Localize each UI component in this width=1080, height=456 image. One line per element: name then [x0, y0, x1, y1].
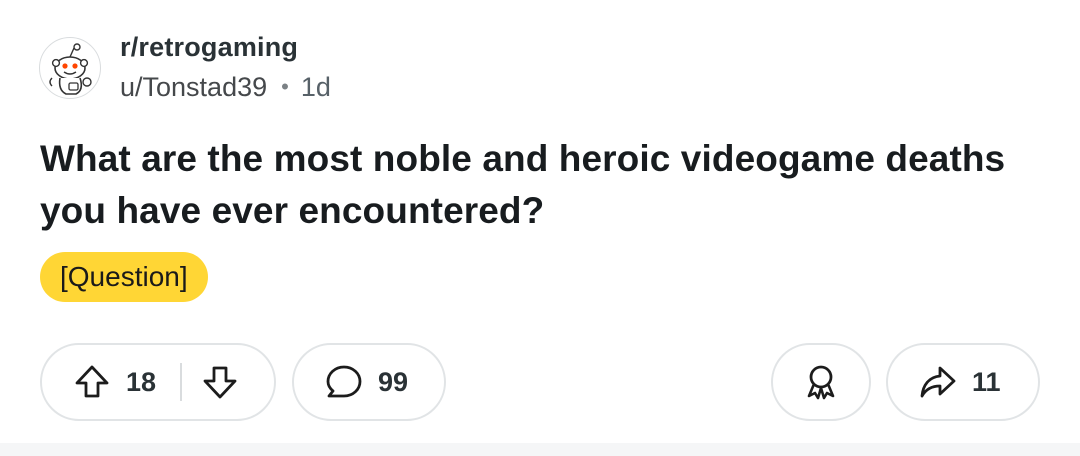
comment-count: 99 [378, 366, 409, 397]
share-button[interactable]: 11 [886, 343, 1040, 421]
comment-icon [324, 362, 364, 402]
vote-count: 18 [126, 366, 157, 397]
feed-separator [0, 443, 1080, 456]
snoo-avatar-icon [49, 43, 92, 95]
vote-divider [180, 363, 183, 401]
vote-bar: 18 [40, 343, 276, 421]
post-flair[interactable]: [Question] [40, 252, 208, 302]
subreddit-avatar[interactable] [39, 37, 101, 99]
upvote-icon[interactable] [72, 362, 112, 402]
award-icon [801, 362, 841, 402]
comment-button[interactable]: 99 [292, 343, 446, 421]
award-button[interactable] [771, 343, 871, 421]
share-count: 11 [972, 366, 1001, 397]
post-title[interactable]: What are the most noble and heroic video… [40, 133, 1050, 237]
author-name[interactable]: u/Tonstad39 [120, 70, 267, 104]
share-icon [918, 362, 958, 402]
post-card[interactable]: r/retrogaming u/Tonstad39 • 1d What are … [0, 0, 1080, 443]
author-line: u/Tonstad39 • 1d [120, 70, 331, 104]
post-meta: r/retrogaming u/Tonstad39 • 1d [120, 30, 331, 104]
post-age: 1d [300, 72, 331, 102]
downvote-icon[interactable] [200, 362, 240, 402]
subreddit-name[interactable]: r/retrogaming [120, 30, 331, 64]
meta-separator: • [281, 74, 289, 99]
